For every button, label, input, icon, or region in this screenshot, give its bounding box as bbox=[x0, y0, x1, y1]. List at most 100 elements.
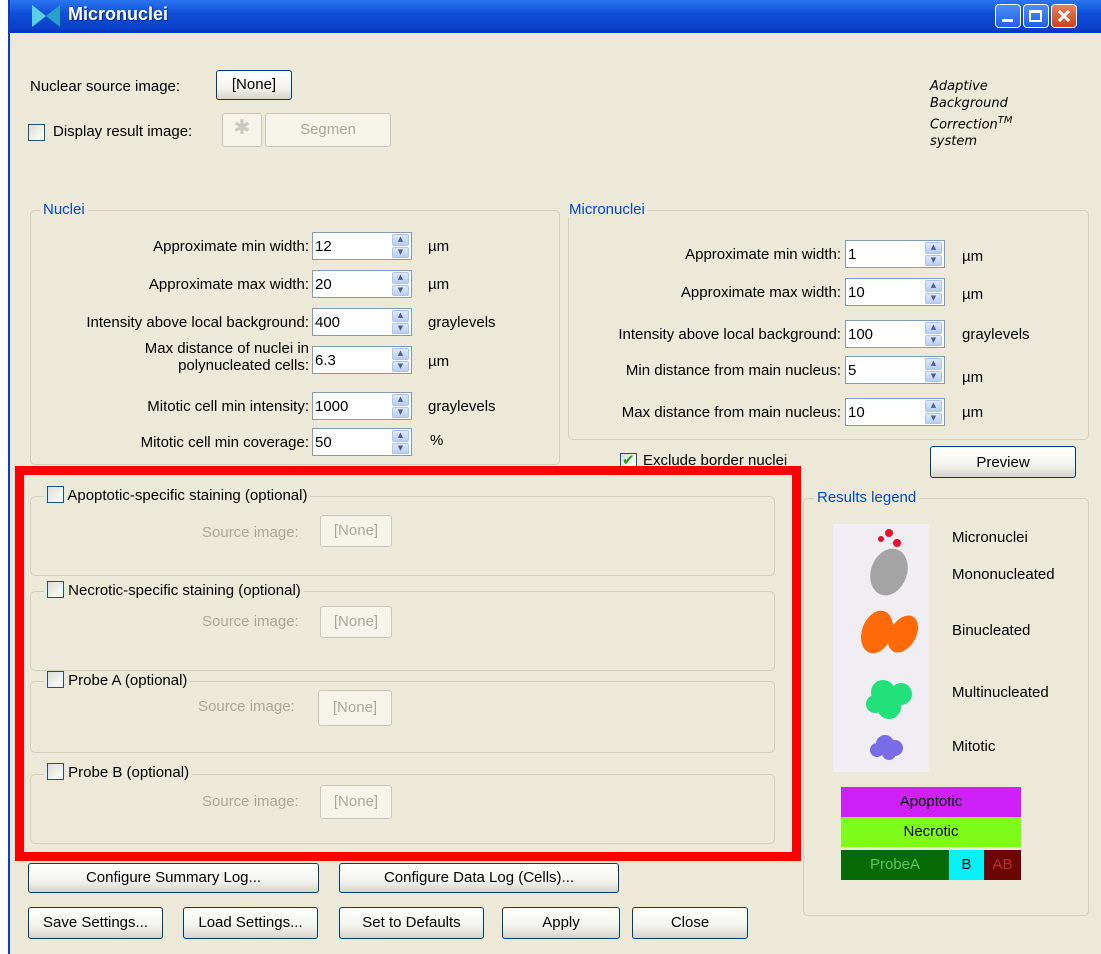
spin-down-icon[interactable]: ▼ bbox=[925, 370, 942, 382]
spin-down-icon[interactable]: ▼ bbox=[925, 254, 942, 266]
nuclei-max-width-unit: µm bbox=[428, 276, 450, 293]
micro-intensity-input[interactable] bbox=[848, 322, 918, 346]
spin-up-icon[interactable]: ▲ bbox=[392, 234, 409, 246]
display-result-icon-button[interactable]: ✱ bbox=[222, 113, 262, 147]
preview-button[interactable]: Preview bbox=[930, 446, 1076, 478]
nuclei-intensity-label: Intensity above local background: bbox=[86, 314, 309, 331]
legend-micronuclei: Micronuclei bbox=[952, 529, 1028, 546]
nuclear-source-label: Nuclear source image: bbox=[30, 78, 181, 95]
mitotic-min-coverage-field[interactable]: ▲▼ bbox=[312, 428, 412, 456]
spin-down-icon[interactable]: ▼ bbox=[392, 442, 409, 454]
legend-ab-bar: AB bbox=[984, 850, 1021, 880]
maximize-button[interactable] bbox=[1023, 4, 1049, 28]
spin-up-icon[interactable]: ▲ bbox=[392, 430, 409, 442]
nuclei-min-width-spinner[interactable]: ▲ ▼ bbox=[392, 234, 409, 258]
legend-binucleated: Binucleated bbox=[952, 622, 1031, 639]
micronuclei-dot bbox=[878, 536, 884, 542]
micro-intensity-spinner[interactable]: ▲ ▼ bbox=[925, 322, 942, 346]
configure-data-log-button[interactable]: Configure Data Log (Cells)... bbox=[339, 863, 619, 893]
nuclei-max-distance-field[interactable]: ▲▼ bbox=[312, 346, 412, 374]
micro-max-width-field[interactable]: ▲▼ bbox=[845, 278, 945, 306]
legend-mononucleated: Mononucleated bbox=[952, 566, 1055, 583]
nuclei-intensity-spinner[interactable]: ▲ ▼ bbox=[392, 310, 409, 334]
micro-min-width-unit: µm bbox=[962, 248, 984, 265]
spin-up-icon[interactable]: ▲ bbox=[392, 272, 409, 284]
segmen-button[interactable]: Segmen bbox=[265, 113, 391, 147]
micro-min-width-spinner[interactable]: ▲ ▼ bbox=[925, 242, 942, 266]
micronuclei-dot bbox=[893, 539, 901, 547]
nuclear-source-button[interactable]: [None] bbox=[216, 70, 292, 100]
micro-max-width-spinner[interactable]: ▲ ▼ bbox=[925, 280, 942, 304]
apply-button[interactable]: Apply bbox=[502, 907, 620, 939]
close-button[interactable]: Close bbox=[632, 907, 748, 939]
window-title: Micronuclei bbox=[68, 4, 169, 24]
micro-min-width-field[interactable]: ▲▼ bbox=[845, 240, 945, 268]
spin-down-icon[interactable]: ▼ bbox=[925, 292, 942, 304]
micronuclei-group-title: Micronuclei bbox=[566, 201, 648, 218]
spin-up-icon[interactable]: ▲ bbox=[925, 280, 942, 292]
configure-summary-log-button[interactable]: Configure Summary Log... bbox=[28, 863, 319, 893]
mitotic-min-coverage-unit: % bbox=[430, 432, 444, 449]
spin-down-icon[interactable]: ▼ bbox=[925, 334, 942, 346]
spin-down-icon[interactable]: ▼ bbox=[392, 360, 409, 372]
micro-max-distance-input[interactable] bbox=[848, 400, 918, 424]
spin-down-icon[interactable]: ▼ bbox=[392, 406, 409, 418]
nuclei-intensity-input[interactable] bbox=[315, 310, 385, 334]
nuclei-max-distance-label-line1: Max distance of nuclei in bbox=[144, 340, 309, 357]
minimize-button[interactable] bbox=[995, 4, 1021, 28]
sparkle-icon: ✱ bbox=[233, 117, 251, 139]
micro-max-distance-field[interactable]: ▲▼ bbox=[845, 398, 945, 426]
mononucleated-cell bbox=[870, 548, 908, 596]
spin-up-icon[interactable]: ▲ bbox=[925, 358, 942, 370]
maximize-icon bbox=[1029, 10, 1042, 22]
nuclei-min-width-field[interactable]: ▲▼ bbox=[312, 232, 412, 260]
spin-up-icon[interactable]: ▲ bbox=[392, 310, 409, 322]
minimize-icon bbox=[1002, 19, 1013, 22]
micro-min-distance-spinner[interactable]: ▲ ▼ bbox=[925, 358, 942, 382]
load-settings-button[interactable]: Load Settings... bbox=[183, 907, 318, 939]
spin-down-icon[interactable]: ▼ bbox=[925, 412, 942, 424]
nuclei-max-distance-spinner[interactable]: ▲ ▼ bbox=[392, 348, 409, 372]
mitotic-min-coverage-spinner[interactable]: ▲ ▼ bbox=[392, 430, 409, 454]
nuclei-max-width-label: Approximate max width: bbox=[148, 276, 309, 293]
nuclei-max-width-input[interactable] bbox=[315, 272, 385, 296]
spin-up-icon[interactable]: ▲ bbox=[925, 400, 942, 412]
title-bar[interactable]: Micronuclei bbox=[10, 0, 1101, 33]
set-to-defaults-button[interactable]: Set to Defaults bbox=[339, 907, 484, 939]
nuclei-max-width-spinner[interactable]: ▲ ▼ bbox=[392, 272, 409, 296]
spin-up-icon[interactable]: ▲ bbox=[925, 242, 942, 254]
abc-line-1: Adaptive bbox=[930, 79, 988, 94]
micro-max-distance-spinner[interactable]: ▲ ▼ bbox=[925, 400, 942, 424]
results-legend-title: Results legend bbox=[814, 489, 920, 506]
nuclei-intensity-unit: graylevels bbox=[428, 314, 496, 331]
nuclei-intensity-field[interactable]: ▲▼ bbox=[312, 308, 412, 336]
display-result-checkbox[interactable] bbox=[28, 124, 45, 141]
mitotic-min-intensity-spinner[interactable]: ▲ ▼ bbox=[392, 394, 409, 418]
micro-min-width-input[interactable] bbox=[848, 242, 918, 266]
nuclei-min-width-input[interactable] bbox=[315, 234, 385, 258]
close-icon bbox=[1057, 9, 1071, 23]
nuclei-max-distance-input[interactable] bbox=[315, 348, 385, 372]
legend-multinucleated: Multinucleated bbox=[952, 684, 1049, 701]
mitotic-min-intensity-field[interactable]: ▲▼ bbox=[312, 392, 412, 420]
micronuclei-dot bbox=[885, 529, 893, 537]
micro-min-distance-field[interactable]: ▲▼ bbox=[845, 356, 945, 384]
micro-min-distance-input[interactable] bbox=[848, 358, 918, 382]
save-settings-button[interactable]: Save Settings... bbox=[28, 907, 163, 939]
spin-up-icon[interactable]: ▲ bbox=[392, 348, 409, 360]
legend-mitotic: Mitotic bbox=[952, 738, 996, 755]
spin-up-icon[interactable]: ▲ bbox=[925, 322, 942, 334]
app-icon bbox=[32, 5, 60, 27]
nuclei-max-width-field[interactable]: ▲▼ bbox=[312, 270, 412, 298]
close-window-button[interactable] bbox=[1051, 4, 1077, 28]
legend-probea-bar: ProbeA bbox=[841, 850, 949, 880]
legend-image bbox=[833, 524, 929, 772]
spin-down-icon[interactable]: ▼ bbox=[392, 284, 409, 296]
mitotic-min-coverage-input[interactable] bbox=[315, 430, 385, 454]
mitotic-min-intensity-input[interactable] bbox=[315, 394, 385, 418]
spin-down-icon[interactable]: ▼ bbox=[392, 246, 409, 258]
spin-up-icon[interactable]: ▲ bbox=[392, 394, 409, 406]
micro-max-width-input[interactable] bbox=[848, 280, 918, 304]
spin-down-icon[interactable]: ▼ bbox=[392, 322, 409, 334]
micro-intensity-field[interactable]: ▲▼ bbox=[845, 320, 945, 348]
